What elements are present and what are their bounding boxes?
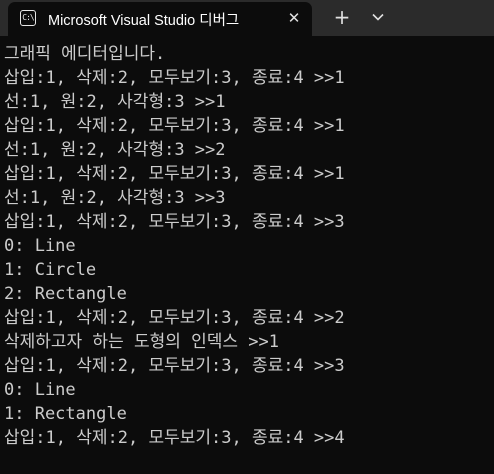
tab-debug-console[interactable]: C:\ Microsoft Visual Studio 디버그 ✕ (8, 2, 312, 36)
console-line: 1: Rectangle (4, 404, 127, 424)
close-icon[interactable]: ✕ (284, 8, 304, 28)
tab-title: Microsoft Visual Studio 디버그 (48, 13, 240, 29)
console-line: 삽입:1, 삭제:2, 모두보기:3, 종료:4 >>4 (4, 428, 345, 448)
console-line: 삽입:1, 삭제:2, 모두보기:3, 종료:4 >>3 (4, 356, 345, 376)
console-line: 2: Rectangle (4, 284, 127, 304)
console-line: 선:1, 원:2, 사각형:3 >>3 (4, 188, 226, 208)
console-icon: C:\ (20, 10, 36, 26)
console-line: 삽입:1, 삭제:2, 모두보기:3, 종료:4 >>3 (4, 212, 345, 232)
console-output: 그래픽 에디터입니다. 삽입:1, 삭제:2, 모두보기:3, 종료:4 >>1… (4, 42, 492, 450)
console-line: 삽입:1, 삭제:2, 모두보기:3, 종료:4 >>2 (4, 308, 345, 328)
console-line: 삽입:1, 삭제:2, 모두보기:3, 종료:4 >>1 (4, 116, 345, 136)
console-line: 선:1, 원:2, 사각형:3 >>1 (4, 92, 226, 112)
console-line: 삽입:1, 삭제:2, 모두보기:3, 종료:4 >>1 (4, 68, 345, 88)
console-line: 선:1, 원:2, 사각형:3 >>2 (4, 140, 226, 160)
console-line: 삽입:1, 삭제:2, 모두보기:3, 종료:4 >>1 (4, 164, 345, 184)
console-line: 1: Circle (4, 260, 97, 280)
chevron-down-icon[interactable] (366, 5, 390, 29)
console-line: 0: Line (4, 380, 76, 400)
console-line: 삭제하고자 하는 도형의 인덱스 >>1 (4, 332, 279, 352)
title-bar: C:\ Microsoft Visual Studio 디버그 ✕ + (0, 0, 494, 36)
new-tab-button[interactable]: + (330, 5, 354, 29)
terminal-window: C:\ Microsoft Visual Studio 디버그 ✕ + 그래픽 … (0, 0, 494, 474)
console-line: 그래픽 에디터입니다. (4, 44, 166, 64)
console-line: 0: Line (4, 236, 76, 256)
